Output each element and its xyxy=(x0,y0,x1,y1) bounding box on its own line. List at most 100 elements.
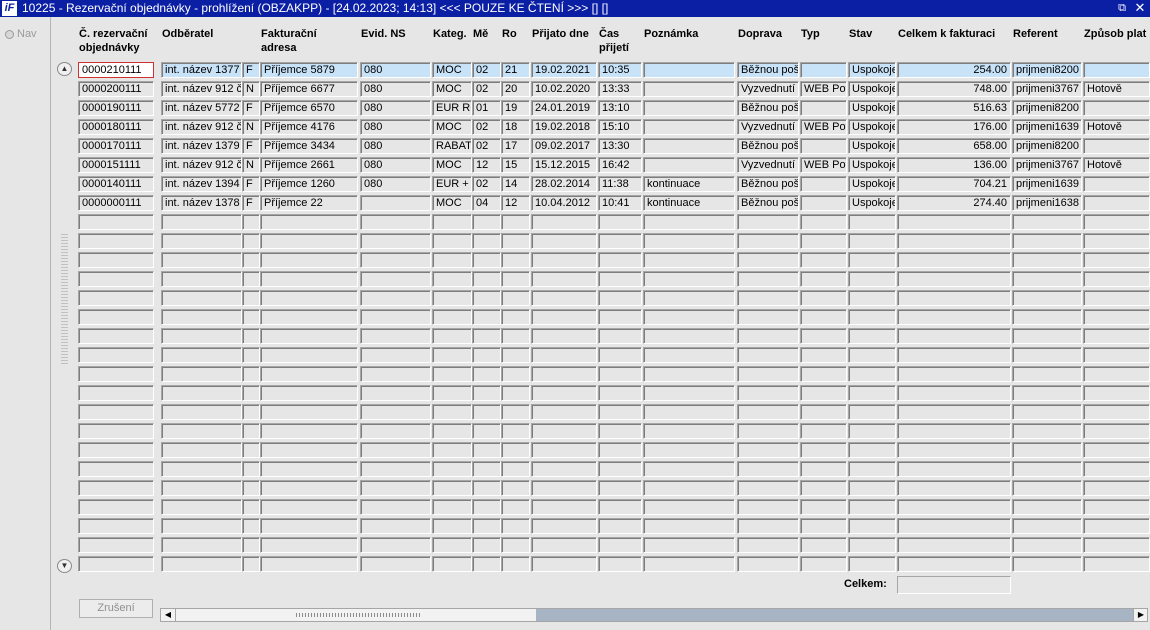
cell-total-invoice[interactable]: 516.63 xyxy=(897,100,1011,116)
cell-received-date[interactable] xyxy=(531,271,597,287)
cell-referent[interactable]: prijmeni8200 j xyxy=(1012,100,1082,116)
cell-billing-address[interactable] xyxy=(260,366,358,382)
cell-flag[interactable] xyxy=(242,499,260,515)
cell-shipping[interactable] xyxy=(737,347,799,363)
cell-type[interactable] xyxy=(800,366,847,382)
cell-evid-ns[interactable] xyxy=(360,556,431,572)
cell-payment-method[interactable] xyxy=(1083,252,1150,268)
scroll-down-icon[interactable]: ▼ xyxy=(57,559,72,573)
cell-received-date[interactable] xyxy=(531,233,597,249)
scroll-up-icon[interactable]: ▲ xyxy=(57,62,72,76)
cell-flag[interactable]: F xyxy=(242,138,260,154)
cell-year[interactable] xyxy=(501,290,530,306)
cell-order-number[interactable] xyxy=(78,537,154,553)
cell-year[interactable] xyxy=(501,442,530,458)
cell-month[interactable] xyxy=(472,499,501,515)
cell-received-date[interactable]: 28.02.2014 xyxy=(531,176,597,192)
cell-year[interactable] xyxy=(501,537,530,553)
cell-received-time[interactable] xyxy=(598,290,642,306)
cell-note[interactable] xyxy=(643,499,735,515)
cell-status[interactable] xyxy=(848,461,896,477)
cell-status[interactable] xyxy=(848,442,896,458)
cell-shipping[interactable] xyxy=(737,537,799,553)
cell-year[interactable] xyxy=(501,385,530,401)
cell-note[interactable] xyxy=(643,252,735,268)
cell-category[interactable] xyxy=(432,271,472,287)
cell-note[interactable] xyxy=(643,157,735,173)
cell-category[interactable] xyxy=(432,233,472,249)
cell-type[interactable] xyxy=(800,100,847,116)
cell-payment-method[interactable] xyxy=(1083,309,1150,325)
cell-received-time[interactable] xyxy=(598,423,642,439)
cell-year[interactable]: 19 xyxy=(501,100,530,116)
cell-status[interactable] xyxy=(848,214,896,230)
cell-note[interactable] xyxy=(643,62,735,78)
cell-type[interactable]: WEB Pot xyxy=(800,119,847,135)
cell-billing-address[interactable] xyxy=(260,480,358,496)
cell-type[interactable] xyxy=(800,347,847,363)
cell-shipping[interactable] xyxy=(737,290,799,306)
cell-month[interactable] xyxy=(472,404,501,420)
cell-billing-address[interactable]: Příjemce 4176 xyxy=(260,119,358,135)
cell-total-invoice[interactable] xyxy=(897,385,1011,401)
cell-flag[interactable] xyxy=(242,537,260,553)
cell-flag[interactable] xyxy=(242,461,260,477)
cell-shipping[interactable]: Vyzvednutí xyxy=(737,81,799,97)
cell-type[interactable] xyxy=(800,442,847,458)
cell-received-time[interactable] xyxy=(598,404,642,420)
cell-order-number[interactable] xyxy=(78,423,154,439)
cell-category[interactable] xyxy=(432,252,472,268)
cell-payment-method[interactable] xyxy=(1083,480,1150,496)
cell-status[interactable] xyxy=(848,404,896,420)
cell-order-number[interactable] xyxy=(78,480,154,496)
cell-month[interactable] xyxy=(472,252,501,268)
cell-shipping[interactable]: Vyzvednutí xyxy=(737,157,799,173)
cell-total-invoice[interactable] xyxy=(897,233,1011,249)
cell-category[interactable] xyxy=(432,290,472,306)
cell-status[interactable]: Uspokoje xyxy=(848,195,896,211)
cell-shipping[interactable] xyxy=(737,366,799,382)
cell-type[interactable] xyxy=(800,537,847,553)
cell-payment-method[interactable]: Hotově xyxy=(1083,157,1150,173)
cell-evid-ns[interactable] xyxy=(360,233,431,249)
cell-billing-address[interactable] xyxy=(260,271,358,287)
cell-year[interactable]: 12 xyxy=(501,195,530,211)
cell-type[interactable] xyxy=(800,556,847,572)
cell-payment-method[interactable] xyxy=(1083,404,1150,420)
cell-type[interactable] xyxy=(800,195,847,211)
cell-total-invoice[interactable] xyxy=(897,290,1011,306)
cell-billing-address[interactable]: Příjemce 6677 xyxy=(260,81,358,97)
cell-order-number[interactable] xyxy=(78,499,154,515)
cell-customer[interactable] xyxy=(161,461,242,477)
cell-category[interactable] xyxy=(432,366,472,382)
cell-shipping[interactable] xyxy=(737,385,799,401)
cell-received-time[interactable] xyxy=(598,328,642,344)
cell-status[interactable]: Uspokoje xyxy=(848,62,896,78)
cell-note[interactable]: kontinuace xyxy=(643,195,735,211)
cell-customer[interactable] xyxy=(161,480,242,496)
cell-flag[interactable] xyxy=(242,385,260,401)
cell-received-date[interactable] xyxy=(531,499,597,515)
cell-note[interactable] xyxy=(643,233,735,249)
cell-status[interactable] xyxy=(848,366,896,382)
cell-evid-ns[interactable] xyxy=(360,309,431,325)
cell-received-time[interactable] xyxy=(598,347,642,363)
cell-shipping[interactable] xyxy=(737,233,799,249)
cell-category[interactable]: MOC xyxy=(432,195,472,211)
cell-referent[interactable] xyxy=(1012,233,1082,249)
cell-referent[interactable] xyxy=(1012,309,1082,325)
cell-payment-method[interactable] xyxy=(1083,233,1150,249)
cell-total-invoice[interactable]: 136.00 xyxy=(897,157,1011,173)
cell-payment-method[interactable]: Hotově xyxy=(1083,81,1150,97)
cell-customer[interactable] xyxy=(161,366,242,382)
cell-order-number[interactable] xyxy=(78,328,154,344)
cell-type[interactable] xyxy=(800,309,847,325)
cell-evid-ns[interactable] xyxy=(360,404,431,420)
cell-note[interactable] xyxy=(643,290,735,306)
cell-referent[interactable] xyxy=(1012,537,1082,553)
cell-customer[interactable]: int. název 912 č xyxy=(161,157,242,173)
cell-type[interactable]: WEB Pot xyxy=(800,81,847,97)
cell-billing-address[interactable] xyxy=(260,290,358,306)
cell-flag[interactable]: F xyxy=(242,176,260,192)
cell-billing-address[interactable]: Příjemce 1260 xyxy=(260,176,358,192)
